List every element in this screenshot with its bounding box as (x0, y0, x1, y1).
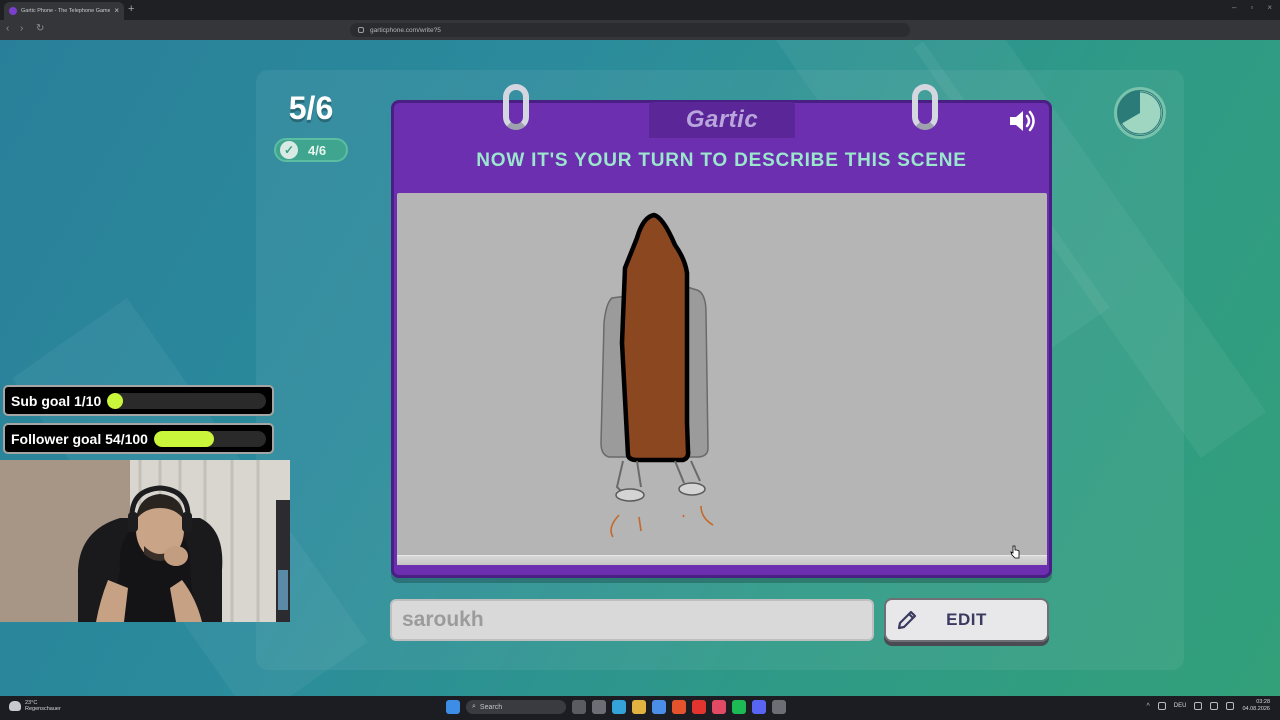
network-icon[interactable] (1194, 702, 1203, 710)
back-icon[interactable]: ‹ (6, 23, 9, 35)
taskbar-search-label: Search (479, 703, 503, 711)
clock-date: 04.08.2026 (1242, 706, 1270, 712)
round-counter: 5/6 (288, 90, 334, 126)
task-view-icon[interactable] (572, 700, 586, 714)
follower-goal-label: Follower goal 54/100 (11, 430, 148, 447)
input-language[interactable]: DEU (1174, 703, 1187, 709)
hand-cursor-icon (1010, 545, 1020, 559)
follower-goal-widget: Follower goal 54/100 (3, 423, 274, 454)
sub-goal-bar (107, 392, 266, 409)
game-page: 5/6 ✓ 4/6 Gartic NOW IT'S YOUR TURN TO D… (0, 40, 1280, 696)
youtube-icon[interactable] (692, 700, 706, 714)
minimize-icon[interactable]: – (1232, 3, 1236, 12)
notebook-ring-right (912, 84, 938, 130)
tray-chevron-icon[interactable]: ^ (1147, 703, 1150, 710)
store-icon[interactable] (592, 700, 606, 714)
browser-tabbar: Gartic Phone - The Telephone Game × + – … (0, 0, 1280, 20)
scene-drawing (397, 193, 1047, 563)
taskbar-clock[interactable]: 03:28 04.08.2026 (1242, 699, 1270, 713)
app-icon[interactable] (772, 700, 786, 714)
address-bar-row: ‹ › ↻ garticphone.com/write?5 (0, 20, 1280, 53)
webcam-feed (0, 460, 290, 622)
file-explorer-icon[interactable] (632, 700, 646, 714)
pencil-icon (896, 609, 918, 631)
url-field[interactable]: garticphone.com/write?5 (350, 23, 910, 37)
check-icon: ✓ (280, 141, 298, 159)
follower-goal-bar (153, 430, 266, 447)
tab-title: Gartic Phone - The Telephone Game (21, 8, 111, 14)
taskbar-apps: ⌕ Search (446, 700, 786, 714)
browser-tab[interactable]: Gartic Phone - The Telephone Game × (4, 2, 124, 20)
gartic-favicon-icon (9, 7, 17, 15)
rain-cloud-icon (9, 701, 21, 711)
forward-icon[interactable]: › (20, 23, 23, 35)
close-window-icon[interactable]: × (1267, 3, 1272, 12)
edit-button[interactable]: EDIT (884, 598, 1049, 642)
weather-widget[interactable]: 23°C Regenschauer (9, 700, 61, 712)
taskbar-search[interactable]: ⌕ Search (466, 700, 566, 714)
reload-icon[interactable]: ↻ (36, 23, 44, 35)
spotify-icon[interactable] (732, 700, 746, 714)
clock-time: 03:28 (1256, 699, 1270, 705)
players-done-badge: ✓ 4/6 (274, 138, 348, 162)
notebook-page-edge (397, 555, 1047, 565)
timer-icon (1114, 87, 1166, 139)
players-done-count: 4/6 (308, 142, 327, 158)
chrome-icon[interactable] (652, 700, 666, 714)
discord-icon[interactable] (752, 700, 766, 714)
instruction-text: NOW IT'S YOUR TURN TO DESCRIBE THIS SCEN… (476, 150, 967, 171)
sub-goal-fill (107, 392, 124, 409)
system-tray: ^ DEU 03:28 04.08.2026 (1147, 699, 1271, 713)
close-tab-icon[interactable]: × (114, 7, 119, 15)
battery-icon[interactable] (1226, 702, 1235, 710)
window-controls: – ▫ × (1232, 3, 1272, 12)
new-tab-icon[interactable]: + (128, 3, 134, 15)
brave-icon[interactable] (672, 700, 686, 714)
volume-icon[interactable] (1210, 702, 1219, 710)
sub-goal-label: Sub goal 1/10 (11, 392, 102, 409)
search-icon: ⌕ (472, 703, 476, 710)
gartic-logo: Gartic (649, 102, 795, 138)
windows-taskbar: 23°C Regenschauer ⌕ Search ^ DEU 03:28 0… (0, 696, 1280, 720)
maximize-icon[interactable]: ▫ (1250, 3, 1253, 12)
url-text: garticphone.com/write?5 (370, 26, 441, 34)
site-info-icon[interactable] (358, 27, 364, 33)
weather-desc: Regenschauer (25, 706, 61, 712)
copilot-icon[interactable] (612, 700, 626, 714)
sub-goal-widget: Sub goal 1/10 (3, 385, 274, 416)
speaker-icon[interactable] (1008, 108, 1038, 134)
logo-text: Gartic (685, 106, 759, 133)
follower-goal-fill (153, 430, 215, 447)
recording-app-icon[interactable] (712, 700, 726, 714)
start-icon[interactable] (446, 700, 460, 714)
notebook-ring-left (503, 84, 529, 130)
answer-input[interactable] (390, 599, 874, 641)
tray-mic-icon[interactable] (1157, 702, 1166, 710)
